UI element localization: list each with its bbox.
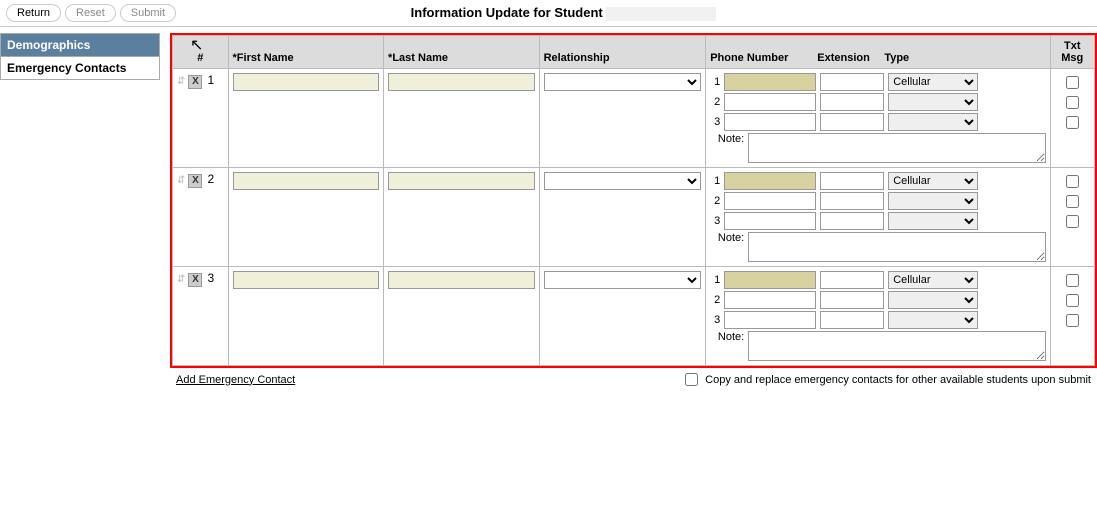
- phone-type-select[interactable]: Cellular: [888, 291, 978, 309]
- reorder-icon[interactable]: ⇵: [177, 76, 185, 87]
- phone-line-number: 2: [710, 294, 720, 306]
- col-header-last-name: *Last Name: [384, 36, 540, 69]
- phone-type-select[interactable]: Cellular: [888, 271, 978, 289]
- sidebar-item-demographics[interactable]: Demographics: [1, 34, 159, 57]
- phone-number-input[interactable]: [724, 93, 816, 111]
- emergency-contacts-table: # *First Name *Last Name Relationship Ph…: [172, 35, 1095, 366]
- return-button[interactable]: Return: [6, 4, 61, 22]
- add-emergency-contact-link[interactable]: Add Emergency Contact: [176, 374, 295, 386]
- first-name-input[interactable]: [233, 73, 380, 91]
- last-name-input[interactable]: [388, 271, 535, 289]
- txt-msg-checkbox[interactable]: [1066, 116, 1079, 129]
- row-number: 3: [206, 271, 215, 285]
- delete-row-button[interactable]: X: [188, 75, 202, 89]
- phone-line-number: 3: [710, 215, 720, 227]
- extension-input[interactable]: [820, 192, 884, 210]
- sidebar-item-emergency-contacts[interactable]: Emergency Contacts: [1, 57, 159, 79]
- note-textarea[interactable]: [748, 133, 1045, 163]
- phone-line-number: 3: [710, 116, 720, 128]
- extension-input[interactable]: [820, 271, 884, 289]
- phone-type-select[interactable]: Cellular: [888, 73, 978, 91]
- table-row: ⇵ X 1 1 Cellular 2 Cellular 3 Cellular Note:: [173, 69, 1095, 168]
- extension-input[interactable]: [820, 212, 884, 230]
- col-header-txt-msg: Txt Msg: [1050, 36, 1094, 69]
- phone-line-number: 2: [710, 195, 720, 207]
- phone-number-input[interactable]: [724, 291, 816, 309]
- copy-replace-label: Copy and replace emergency contacts for …: [705, 374, 1091, 386]
- col-header-num: #: [173, 36, 229, 69]
- phone-number-input[interactable]: [724, 271, 816, 289]
- txt-msg-checkbox[interactable]: [1066, 175, 1079, 188]
- phone-number-input[interactable]: [724, 212, 816, 230]
- toolbar: Return Reset Submit Information Update f…: [0, 0, 1097, 26]
- txt-msg-checkbox[interactable]: [1066, 314, 1079, 327]
- phone-number-input[interactable]: [724, 172, 816, 190]
- extension-input[interactable]: [820, 93, 884, 111]
- sidebar: Demographics Emergency Contacts: [0, 33, 160, 80]
- delete-row-button[interactable]: X: [188, 273, 202, 287]
- note-textarea[interactable]: [748, 331, 1045, 361]
- col-header-relationship: Relationship: [539, 36, 706, 69]
- extension-input[interactable]: [820, 73, 884, 91]
- txt-msg-checkbox[interactable]: [1066, 76, 1079, 89]
- relationship-select[interactable]: [544, 271, 702, 289]
- phone-line-number: 2: [710, 96, 720, 108]
- extension-input[interactable]: [820, 311, 884, 329]
- txt-msg-checkbox[interactable]: [1066, 96, 1079, 109]
- phone-number-input[interactable]: [724, 113, 816, 131]
- submit-button[interactable]: Submit: [120, 4, 176, 22]
- last-name-input[interactable]: [388, 172, 535, 190]
- page-title: Information Update for Student: [176, 5, 1091, 21]
- reorder-icon[interactable]: ⇵: [177, 274, 185, 285]
- note-textarea[interactable]: [748, 232, 1045, 262]
- note-label: Note:: [710, 133, 744, 145]
- note-label: Note:: [710, 331, 744, 343]
- phone-type-select[interactable]: Cellular: [888, 113, 978, 131]
- phone-number-input[interactable]: [724, 73, 816, 91]
- student-name-redacted: [606, 7, 716, 21]
- phone-type-select[interactable]: Cellular: [888, 311, 978, 329]
- table-row: ⇵ X 2 1 Cellular 2 Cellular 3 Cellular Note:: [173, 168, 1095, 267]
- relationship-select[interactable]: [544, 73, 702, 91]
- txt-msg-checkbox[interactable]: [1066, 274, 1079, 287]
- first-name-input[interactable]: [233, 172, 380, 190]
- delete-row-button[interactable]: X: [188, 174, 202, 188]
- phone-type-select[interactable]: Cellular: [888, 212, 978, 230]
- phone-type-select[interactable]: Cellular: [888, 93, 978, 111]
- phone-type-select[interactable]: Cellular: [888, 192, 978, 210]
- phone-number-input[interactable]: [724, 192, 816, 210]
- extension-input[interactable]: [820, 113, 884, 131]
- phone-line-number: 1: [710, 274, 720, 286]
- reorder-icon[interactable]: ⇵: [177, 175, 185, 186]
- emergency-contacts-panel: # *First Name *Last Name Relationship Ph…: [170, 33, 1097, 368]
- col-header-first-name: *First Name: [228, 36, 384, 69]
- last-name-input[interactable]: [388, 73, 535, 91]
- txt-msg-checkbox[interactable]: [1066, 195, 1079, 208]
- first-name-input[interactable]: [233, 271, 380, 289]
- row-number: 2: [206, 172, 215, 186]
- table-row: ⇵ X 3 1 Cellular 2 Cellular 3 Cellular Note:: [173, 267, 1095, 366]
- phone-line-number: 1: [710, 175, 720, 187]
- phone-line-number: 1: [710, 76, 720, 88]
- txt-msg-checkbox[interactable]: [1066, 215, 1079, 228]
- relationship-select[interactable]: [544, 172, 702, 190]
- extension-input[interactable]: [820, 291, 884, 309]
- copy-replace-checkbox[interactable]: [685, 373, 698, 386]
- reset-button[interactable]: Reset: [65, 4, 116, 22]
- note-label: Note:: [710, 232, 744, 244]
- col-header-phone-group: Phone Number Extension Type: [706, 36, 1050, 69]
- extension-input[interactable]: [820, 172, 884, 190]
- phone-number-input[interactable]: [724, 311, 816, 329]
- txt-msg-checkbox[interactable]: [1066, 294, 1079, 307]
- row-number: 1: [206, 73, 215, 87]
- phone-type-select[interactable]: Cellular: [888, 172, 978, 190]
- phone-line-number: 3: [710, 314, 720, 326]
